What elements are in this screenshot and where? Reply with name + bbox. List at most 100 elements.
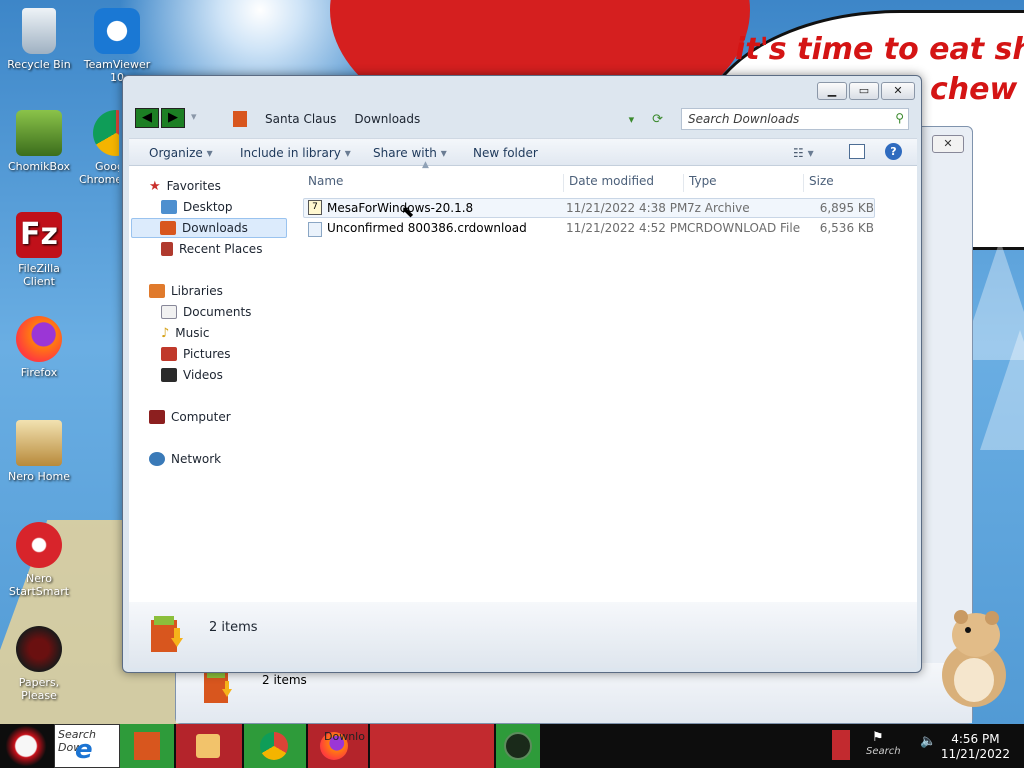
nav-libraries[interactable]: Libraries — [149, 281, 223, 301]
chrome-icon — [93, 110, 119, 156]
blank-file-icon — [308, 222, 322, 237]
share-with-menu[interactable]: Share with ▾ — [373, 146, 447, 160]
taskbar-chrome-button[interactable] — [244, 724, 306, 768]
7z-archive-icon: 7 — [308, 200, 322, 215]
refresh-icon[interactable]: ⟳ — [652, 112, 667, 127]
content-area: ★ Favorites Desktop Downloads Recent Pla… — [129, 160, 917, 602]
computer-icon — [149, 410, 165, 424]
new-folder-button[interactable]: New folder — [473, 146, 538, 160]
taskbar-search-box[interactable]: Search Dow e — [54, 724, 120, 768]
nav-item-pictures[interactable]: Pictures — [161, 344, 231, 364]
desktop-icon-recycle-bin[interactable]: Recycle Bin — [1, 8, 77, 71]
taskbar-clock[interactable]: 4:56 PM 11/21/2022 — [941, 732, 1010, 762]
forward-button[interactable]: ▶ — [161, 108, 185, 128]
nav-item-documents[interactable]: Documents — [161, 302, 251, 322]
maximize-button[interactable]: ▭ — [849, 82, 879, 100]
window-titlebar[interactable]: ▁ ▭ ✕ — [123, 76, 921, 104]
nav-item-desktop[interactable]: Desktop — [161, 197, 233, 217]
desktop-icon-papers-please[interactable]: Papers, Please — [1, 626, 77, 702]
downloads-folder-icon — [134, 732, 160, 760]
tray-flag-icon[interactable] — [832, 730, 850, 760]
address-dropdown-icon[interactable]: ▾ — [629, 113, 635, 126]
item-count: 2 items — [209, 620, 258, 635]
organize-menu[interactable]: Organize ▾ — [149, 146, 213, 160]
breadcrumb-santa-claus[interactable]: Santa Claus — [265, 112, 336, 126]
network-icon — [149, 452, 165, 466]
help-icon[interactable]: ? — [885, 143, 902, 160]
column-divider[interactable] — [563, 174, 564, 192]
nav-item-label: Pictures — [183, 347, 231, 361]
desktop-icon-label: Nero StartSmart — [8, 572, 70, 598]
recent-pages-chevron-icon[interactable]: ▾ — [191, 110, 197, 123]
nav-item-downloads[interactable]: Downloads — [131, 218, 287, 238]
taskbar-papers-please-button[interactable] — [496, 724, 540, 768]
details-view-icon: ☷ — [793, 146, 804, 160]
chrome-icon — [260, 732, 288, 760]
downloads-folder-icon — [202, 669, 236, 709]
taskbar-window-button[interactable] — [370, 724, 494, 768]
desktop-icon-label: Nero Home — [8, 470, 70, 483]
column-header-name[interactable]: Name — [308, 174, 343, 194]
nav-network[interactable]: Network — [149, 449, 221, 469]
downloads-folder-icon — [233, 111, 247, 127]
details-pane: 2 items — [129, 602, 917, 668]
desktop-icon-chrome[interactable]: Google Chrome — [79, 110, 119, 186]
column-divider[interactable] — [683, 174, 684, 192]
forward-arrow-icon: ▶ — [168, 110, 178, 125]
desktop-icon-firefox[interactable]: Firefox — [1, 316, 77, 379]
taskbar-explorer-button[interactable] — [120, 724, 174, 768]
column-header-date-modified[interactable]: Date modified — [569, 174, 654, 194]
desktop-icon-nero-startsmart[interactable]: Nero StartSmart — [1, 522, 77, 598]
search-placeholder: Search Downloads — [688, 112, 800, 126]
speech-line-1: it's time to eat shit — [735, 32, 1024, 67]
file-row[interactable]: 7 MesaForWindows-20.1.8 11/21/2022 4:38 … — [303, 198, 875, 218]
close-button[interactable]: ✕ — [881, 82, 915, 100]
start-button[interactable] — [0, 724, 52, 768]
media-player-icon — [196, 734, 220, 758]
nav-item-videos[interactable]: Videos — [161, 365, 223, 385]
nav-item-recent-places[interactable]: Recent Places — [161, 239, 262, 259]
file-row[interactable]: Unconfirmed 800386.crdownload 11/21/2022… — [303, 219, 875, 239]
action-center-flag-icon[interactable]: ⚑ — [872, 730, 884, 745]
back-arrow-icon: ◀ — [142, 110, 152, 125]
desktop-icon-label: ChomikBox — [8, 160, 70, 173]
bg-window-close-button[interactable]: ✕ — [932, 135, 964, 153]
teamviewer-icon — [94, 8, 140, 54]
volume-icon[interactable]: 🔈 — [920, 734, 936, 749]
file-type: CRDOWNLOAD File — [687, 221, 801, 235]
desktop-icon-chomikbox[interactable]: ChomikBox — [1, 110, 77, 173]
bg-window-item-count: 2 items — [262, 673, 307, 687]
view-options-button[interactable]: ☷ ▾ — [793, 146, 814, 160]
nav-network-label: Network — [171, 452, 222, 466]
address-bar[interactable]: Santa Claus Downloads ▾ ⟳ — [225, 108, 667, 130]
search-input[interactable]: Search Downloads ⚲ — [681, 108, 909, 130]
nav-favorites[interactable]: ★ Favorites — [149, 176, 221, 196]
file-date: 11/21/2022 4:38 PM — [566, 201, 688, 215]
breadcrumb-downloads[interactable]: Downloads — [354, 112, 420, 126]
column-header-size[interactable]: Size — [809, 174, 834, 194]
search-icon[interactable]: ⚲ — [895, 111, 904, 125]
nav-computer[interactable]: Computer — [149, 407, 231, 427]
chevron-down-icon: ▾ — [206, 146, 213, 160]
desktop-icon-label: Recycle Bin — [7, 58, 71, 71]
back-button[interactable]: ◀ — [135, 108, 159, 128]
column-header-type[interactable]: Type — [689, 174, 717, 194]
taskbar-firefox-button[interactable]: Downlo — [308, 724, 368, 768]
chomikbox-icon — [16, 110, 62, 156]
recent-places-icon — [161, 242, 173, 256]
include-in-library-menu[interactable]: Include in library ▾ — [240, 146, 351, 160]
nav-item-music[interactable]: ♪ Music — [161, 323, 209, 343]
chevron-down-icon: ▾ — [807, 146, 814, 160]
address-row: ◀ ▶ ▾ Santa Claus Downloads ▾ ⟳ Search D… — [133, 108, 913, 132]
explorer-window[interactable]: ▁ ▭ ✕ ◀ ▶ ▾ Santa Claus Downloads ▾ ⟳ Se… — [122, 75, 922, 673]
desktop-icon-nero-home[interactable]: Nero Home — [1, 420, 77, 483]
include-in-library-label: Include in library — [240, 146, 341, 160]
column-divider[interactable] — [803, 174, 804, 192]
system-tray: Search ⚑ 🔈 — [832, 724, 952, 768]
internet-explorer-icon[interactable]: e — [75, 735, 93, 765]
minimize-button[interactable]: ▁ — [817, 82, 847, 100]
desktop-icon-teamviewer[interactable]: TeamViewer 10 — [79, 8, 155, 84]
preview-pane-icon[interactable] — [849, 144, 865, 159]
taskbar-media-player-button[interactable] — [176, 724, 242, 768]
desktop-icon-filezilla[interactable]: Fz FileZilla Client — [1, 212, 77, 288]
